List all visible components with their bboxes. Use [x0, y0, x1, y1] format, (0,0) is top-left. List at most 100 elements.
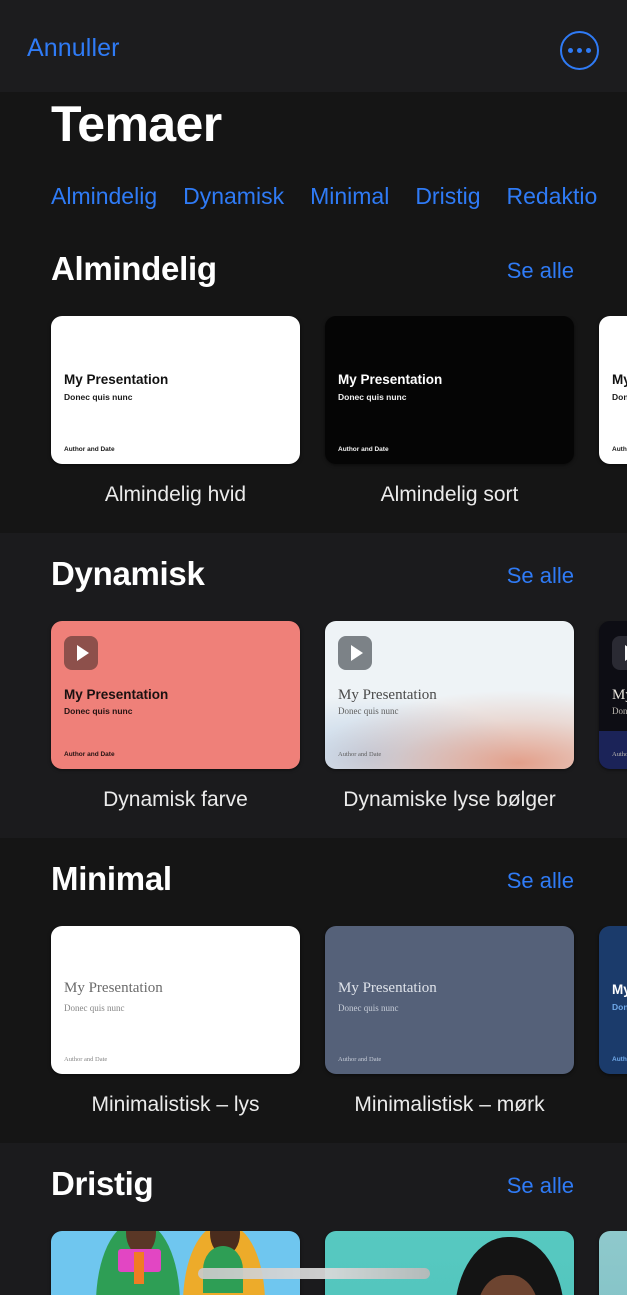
- theme-card-caption: Minimalistisk – mørk: [354, 1093, 545, 1116]
- section-title: Minimal: [51, 860, 172, 897]
- dot: [586, 48, 591, 53]
- card-track: My Presentation Donec quis nunc Author and…: [51, 316, 627, 507]
- thumbnail-subtitle: Donec quis nunc: [612, 1002, 627, 1012]
- theme-card-caption: Dynamisk farve: [103, 788, 248, 811]
- theme-thumbnail[interactable]: My Presentation Donec quis nunc Author and…: [325, 316, 574, 464]
- theme-section: Almindelig Se alle My Presentation Donec qu…: [0, 228, 627, 533]
- card-track: My Presentation Donec quis nunc Author and…: [51, 926, 627, 1117]
- theme-card[interactable]: My Presentation Donec quis nunc Author and…: [325, 316, 574, 507]
- thumbnail-author: Author and Date: [338, 751, 382, 758]
- card-track: AUTHOR AND DATEMY PRESENTATION AUTHOR AND…: [51, 1231, 627, 1295]
- tab-dynamisk[interactable]: Dynamisk: [183, 183, 284, 210]
- theme-card-row[interactable]: My Presentation Donec quis nunc Author and…: [0, 316, 627, 531]
- thumbnail-title: My Presentation: [338, 372, 443, 387]
- dot: [577, 48, 582, 53]
- play-icon: [64, 636, 98, 670]
- thumbnail-author: Author and Date: [64, 1056, 108, 1063]
- theme-thumbnail[interactable]: My Presentation Donec quis nunc Author and…: [51, 926, 300, 1074]
- theme-thumbnail[interactable]: My Presentation Donec quis nunc Author and…: [599, 316, 627, 464]
- section-header: Dristig Se alle: [0, 1143, 627, 1221]
- section-title: Dynamisk: [51, 555, 205, 592]
- theme-thumbnail[interactable]: My Presentation Donec quis nunc Author and…: [599, 621, 627, 769]
- thumbnail-subtitle: Donec quis nunc: [612, 392, 627, 402]
- tab-minimal[interactable]: Minimal: [310, 183, 389, 210]
- top-bar: Annuller: [0, 0, 627, 92]
- section-title: Dristig: [51, 1165, 154, 1202]
- thumbnail-title: My Presentation: [612, 372, 627, 387]
- theme-card[interactable]: My Presentation Donec quis nunc Author and…: [599, 621, 627, 812]
- category-tab-strip[interactable]: Almindelig Dynamisk Minimal Dristig Redaktio: [0, 176, 627, 216]
- section-header: Almindelig Se alle: [0, 228, 627, 306]
- thumbnail-title: My Presentation: [338, 980, 437, 996]
- theme-thumbnail[interactable]: My Presentation Donec quis nunc Author and…: [325, 621, 574, 769]
- thumbnail-title: My Presentation: [64, 980, 163, 996]
- theme-thumbnail[interactable]: AUTHOR AND DATEMY PRESENTATION: [325, 1231, 574, 1295]
- tab-almindelig[interactable]: Almindelig: [51, 183, 157, 210]
- theme-card[interactable]: AUTHOR AND DATEMY PRESENTATION: [51, 1231, 300, 1295]
- thumbnail-title: My Presentation: [64, 687, 169, 702]
- see-all-button[interactable]: Se alle: [507, 1173, 574, 1199]
- theme-thumbnail[interactable]: My Presentation Donec quis nunc Author and…: [325, 926, 574, 1074]
- thumbnail-subtitle: Donec quis nunc: [612, 706, 627, 716]
- theme-thumbnail[interactable]: My Presentation Donec quis nunc Author and…: [51, 621, 300, 769]
- theme-card-caption: Almindelig sort: [380, 483, 519, 506]
- theme-card[interactable]: My Presentation Donec quis nunc Author and…: [599, 926, 627, 1117]
- theme-card-caption: Dynamiske lyse bølger: [343, 788, 556, 811]
- thumbnail-subtitle: Donec quis nunc: [338, 1003, 399, 1013]
- theme-thumbnail[interactable]: My Presentation Donec quis nunc Author and…: [51, 316, 300, 464]
- theme-card-caption: Almindelig hvid: [104, 483, 247, 506]
- cancel-button[interactable]: Annuller: [27, 34, 120, 63]
- play-icon: [338, 636, 372, 670]
- thumbnail-subtitle: Donec quis nunc: [64, 392, 133, 402]
- dot: [568, 48, 573, 53]
- thumbnail-author: Author and Date: [64, 751, 115, 758]
- thumbnail-title: My Presentation: [64, 372, 169, 387]
- theme-section: Minimal Se alle My Presentation Donec quis …: [0, 838, 627, 1143]
- accent-band: [599, 731, 627, 769]
- theme-thumbnail[interactable]: [599, 1231, 627, 1295]
- theme-thumbnail[interactable]: AUTHOR AND DATEMY PRESENTATION: [51, 1231, 300, 1295]
- thumbnail-subtitle: Donec quis nunc: [338, 706, 399, 716]
- section-title: Almindelig: [51, 250, 217, 287]
- theme-card[interactable]: My Presentation Donec quis nunc Author and…: [325, 926, 574, 1117]
- thumbnail-author: Author and Date: [338, 1056, 382, 1063]
- see-all-button[interactable]: Se alle: [507, 563, 574, 589]
- thumbnail-author: Author and Date: [64, 446, 115, 453]
- play-icon: [612, 636, 627, 670]
- themes-picker-screen: Annuller Temaer Almindelig Dynamisk Minima…: [0, 0, 627, 1295]
- more-circle-icon[interactable]: [560, 31, 599, 70]
- theme-card[interactable]: [599, 1231, 627, 1295]
- thumbnail-title: My Presentation: [612, 982, 627, 997]
- theme-card[interactable]: My Presentation Donec quis nunc Author and…: [51, 316, 300, 507]
- theme-card[interactable]: AUTHOR AND DATEMY PRESENTATION: [325, 1231, 574, 1295]
- tab-redaktio[interactable]: Redaktio: [506, 183, 597, 210]
- horizontal-scroll-indicator[interactable]: [198, 1268, 430, 1279]
- theme-card[interactable]: My Presentation Donec quis nunc Author and…: [51, 926, 300, 1117]
- theme-card-row[interactable]: AUTHOR AND DATEMY PRESENTATION AUTHOR AND…: [0, 1231, 627, 1295]
- theme-card-caption: Minimalistisk – lys: [91, 1093, 260, 1116]
- theme-card[interactable]: My Presentation Donec quis nunc Author and…: [325, 621, 574, 812]
- thumbnail-author: Author and Date: [338, 446, 389, 453]
- thumbnail-subtitle: Donec quis nunc: [338, 392, 407, 402]
- see-all-button[interactable]: Se alle: [507, 258, 574, 284]
- thumbnail-author: Author and Date: [612, 1056, 627, 1063]
- see-all-button[interactable]: Se alle: [507, 868, 574, 894]
- thumbnail-author: Author and Date: [612, 751, 627, 758]
- theme-card-row[interactable]: My Presentation Donec quis nunc Author and…: [0, 926, 627, 1141]
- theme-thumbnail[interactable]: My Presentation Donec quis nunc Author and…: [599, 926, 627, 1074]
- section-header: Minimal Se alle: [0, 838, 627, 916]
- thumbnail-author: Author and Date: [612, 446, 627, 453]
- theme-card[interactable]: My Presentation Donec quis nunc Author and…: [599, 316, 627, 507]
- section-header: Dynamisk Se alle: [0, 533, 627, 611]
- tab-dristig[interactable]: Dristig: [415, 183, 480, 210]
- thumbnail-subtitle: Donec quis nunc: [64, 1003, 125, 1013]
- theme-sections: Almindelig Se alle My Presentation Donec qu…: [0, 228, 627, 1295]
- page-title: Temaer: [51, 96, 222, 152]
- theme-section: Dynamisk Se alle My Presentation Donec quis…: [0, 533, 627, 838]
- theme-card-row[interactable]: My Presentation Donec quis nunc Author and…: [0, 621, 627, 836]
- thumbnail-title: My Presentation: [338, 687, 437, 703]
- theme-card[interactable]: My Presentation Donec quis nunc Author and…: [51, 621, 300, 812]
- thumbnail-title: My Presentation: [612, 687, 627, 703]
- thumbnail-subtitle: Donec quis nunc: [64, 706, 133, 716]
- card-track: My Presentation Donec quis nunc Author and…: [51, 621, 627, 812]
